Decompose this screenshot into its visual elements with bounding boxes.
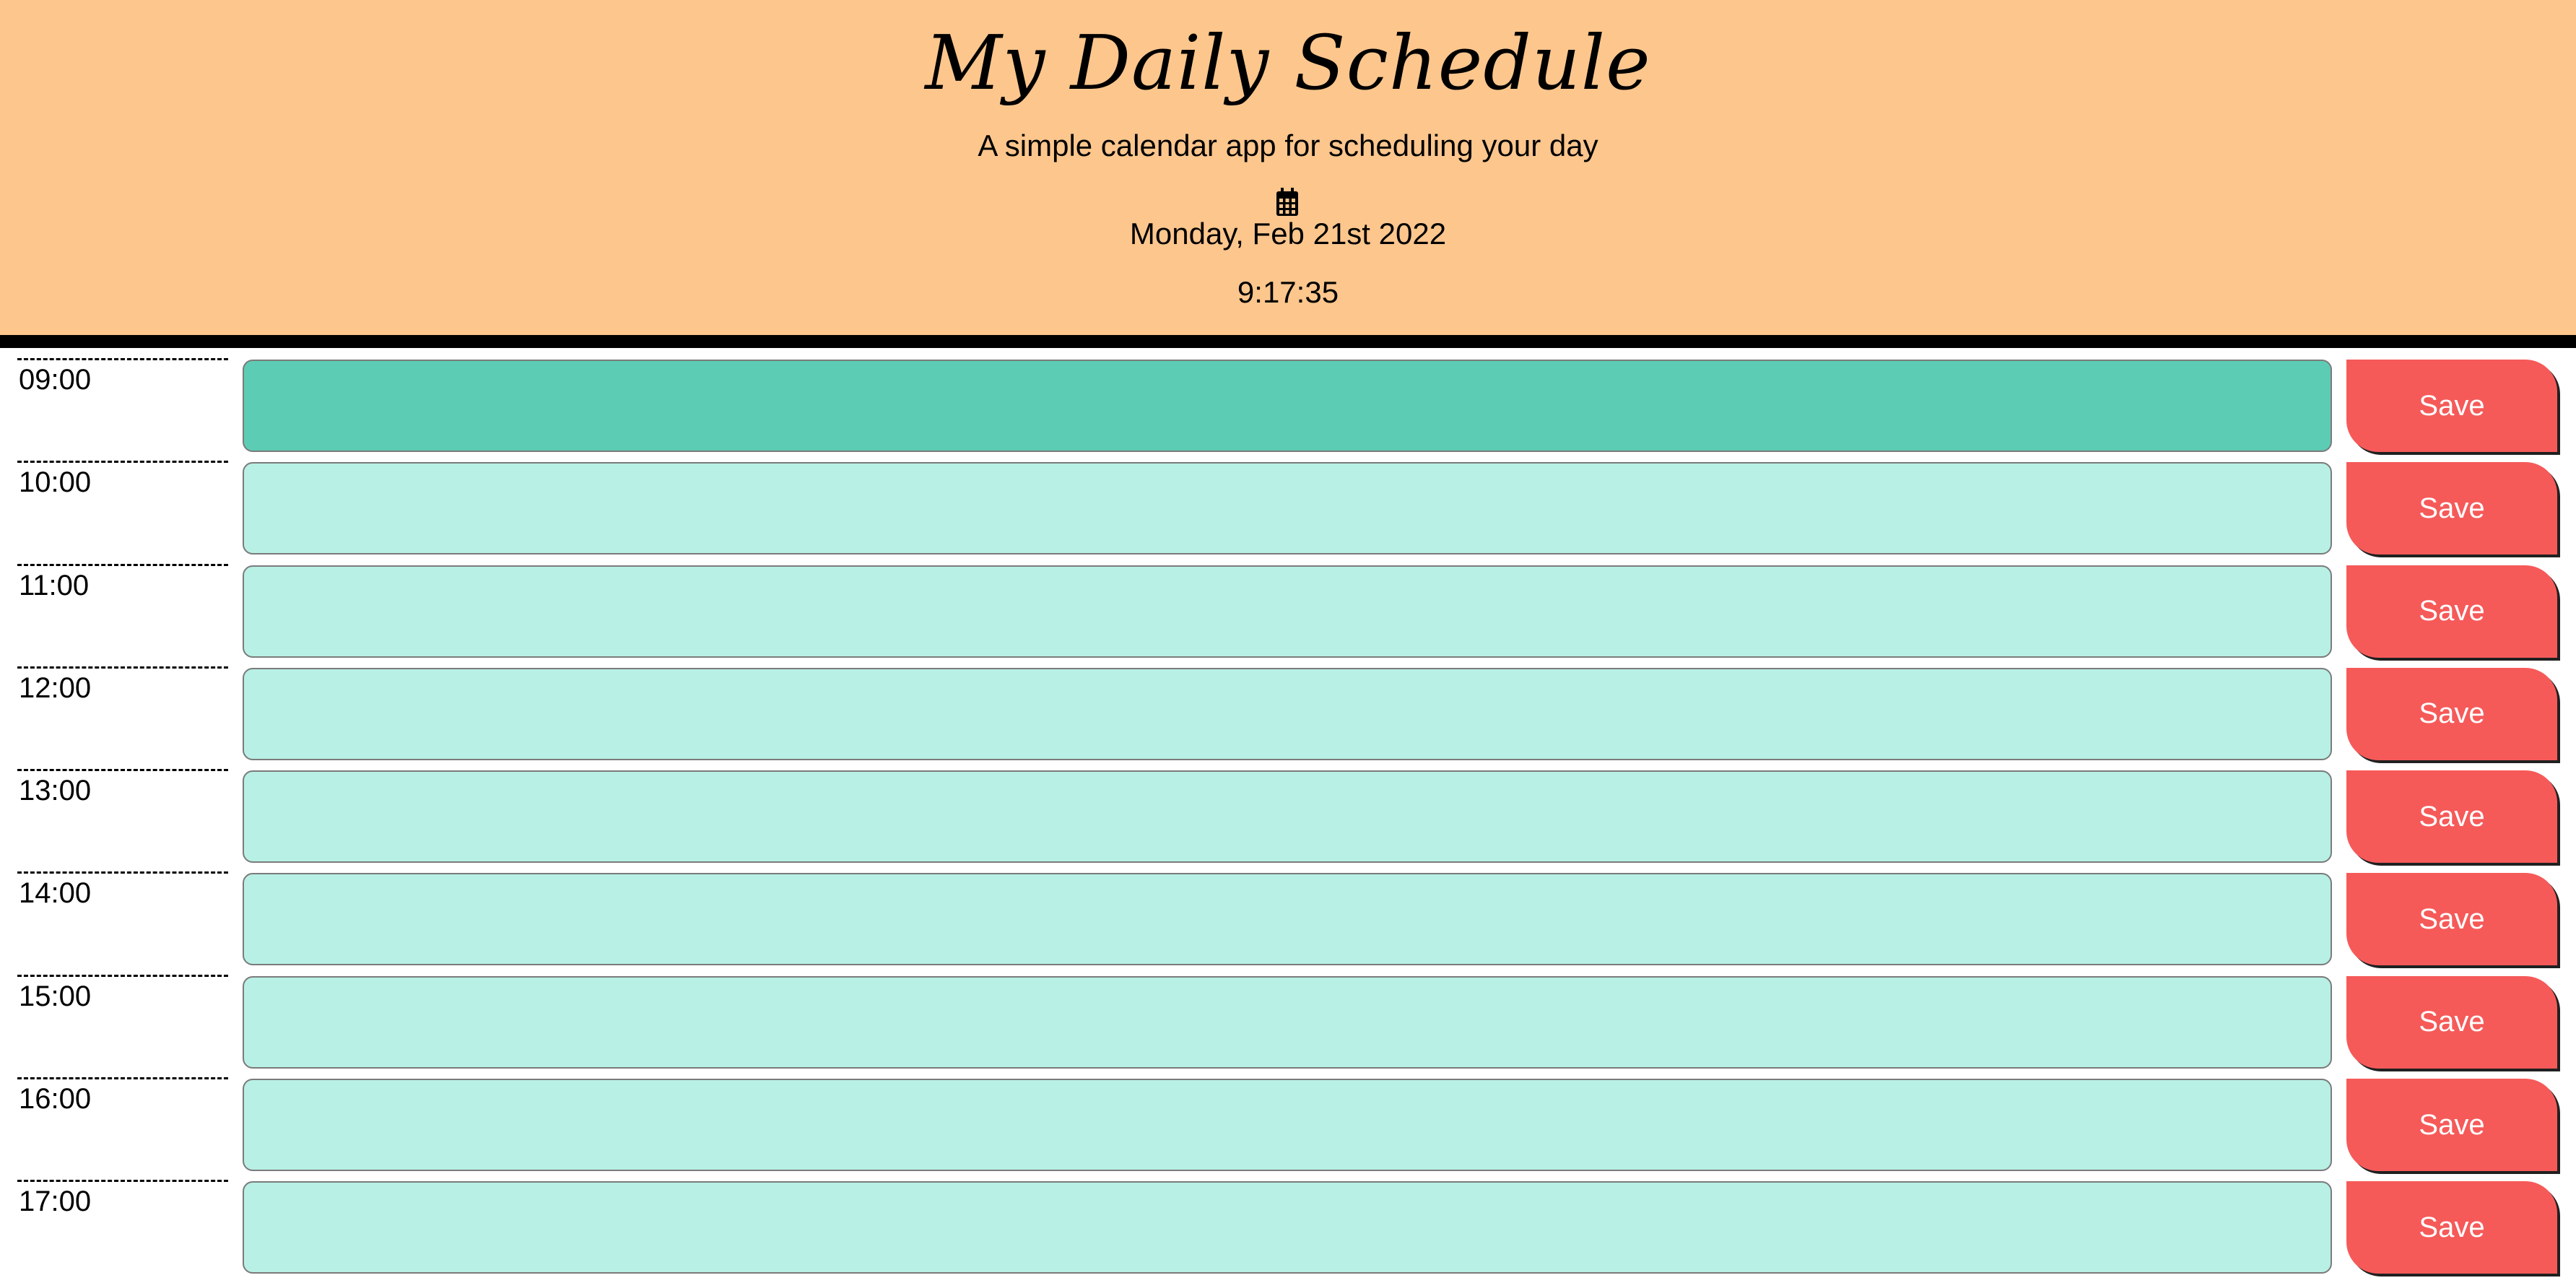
time-block: 11:00 Save: [0, 563, 2576, 666]
time-block: 12:00 Save: [0, 666, 2576, 769]
hour-label: 15:00: [17, 974, 228, 1069]
save-button[interactable]: Save: [2346, 462, 2557, 555]
save-button[interactable]: Save: [2346, 873, 2557, 966]
description-input[interactable]: [243, 360, 2332, 452]
page-title: My Daily Schedule: [925, 19, 1651, 107]
hour-label: 17:00: [17, 1180, 228, 1274]
description-input[interactable]: [243, 770, 2332, 864]
save-button[interactable]: Save: [2346, 360, 2557, 452]
hour-label: 12:00: [17, 666, 228, 760]
time-block: 13:00 Save: [0, 769, 2576, 871]
hour-label: 14:00: [17, 871, 228, 965]
save-button[interactable]: Save: [2346, 975, 2557, 1069]
time-block: 14:00 Save: [0, 871, 2576, 974]
current-day: Monday, Feb 21st 2022: [1129, 217, 1447, 251]
hour-label: 09:00: [17, 358, 228, 452]
save-button[interactable]: Save: [2346, 565, 2557, 658]
hour-label: 16:00: [17, 1077, 228, 1171]
description-input[interactable]: [243, 667, 2332, 760]
time-block: 15:00 Save: [0, 974, 2576, 1077]
hour-label: 13:00: [17, 769, 228, 863]
description-input[interactable]: [243, 462, 2332, 555]
hour-label: 11:00: [17, 563, 228, 658]
time-block: 10:00 Save: [0, 461, 2576, 563]
save-button[interactable]: Save: [2346, 770, 2557, 864]
time-block: 16:00 Save: [0, 1077, 2576, 1180]
description-input[interactable]: [243, 565, 2332, 658]
schedule-container: 09:00 Save 10:00 Save 11:00 Save 12:00 S…: [0, 358, 2576, 1283]
save-button[interactable]: Save: [2346, 1079, 2557, 1172]
current-time: 9:17:35: [1237, 275, 1339, 309]
header-divider: [0, 335, 2576, 348]
description-input[interactable]: [243, 1079, 2332, 1172]
hour-label: 10:00: [17, 461, 228, 554]
time-block: 17:00 Save: [0, 1180, 2576, 1282]
header: My Daily Schedule A simple calendar app …: [0, 0, 2576, 335]
description-input[interactable]: [243, 975, 2332, 1069]
description-input[interactable]: [243, 873, 2332, 966]
page-subtitle: A simple calendar app for scheduling you…: [978, 129, 1598, 162]
description-input[interactable]: [243, 1181, 2332, 1274]
save-button[interactable]: Save: [2346, 1181, 2557, 1274]
time-block: 09:00 Save: [0, 358, 2576, 461]
save-button[interactable]: Save: [2346, 667, 2557, 760]
